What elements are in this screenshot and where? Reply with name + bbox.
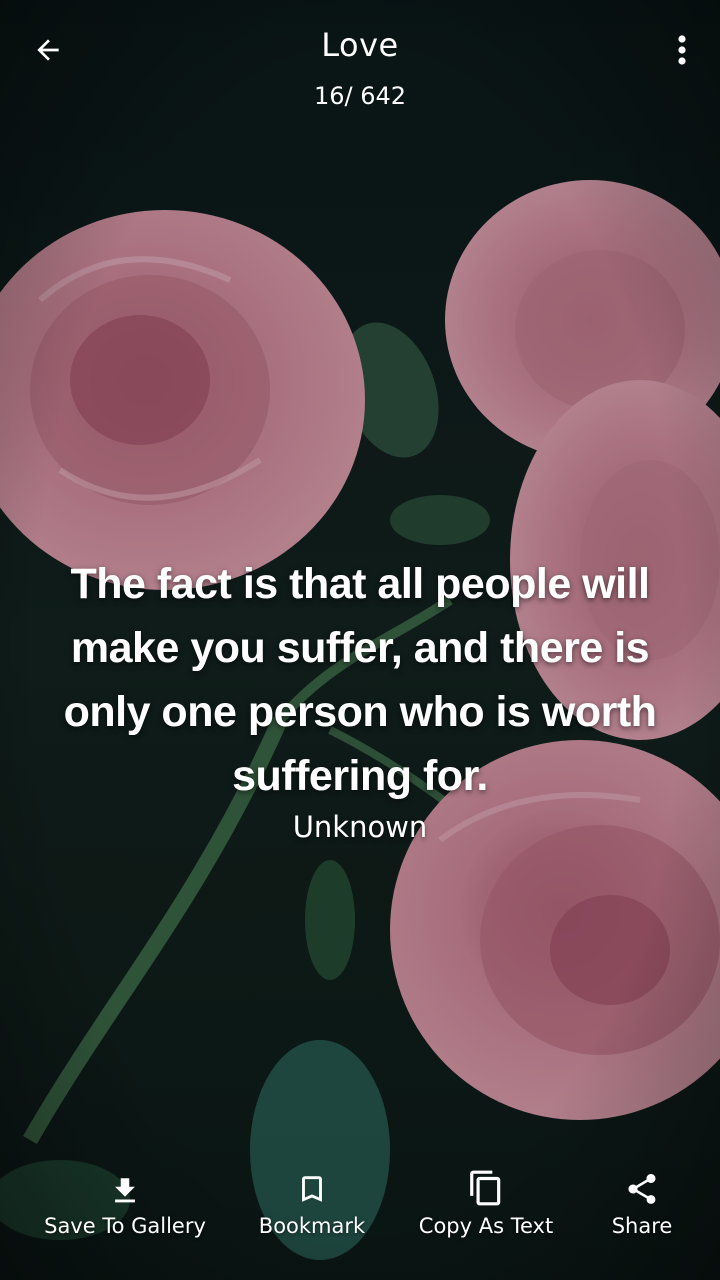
- save-to-gallery-label: Save To Gallery: [44, 1214, 206, 1238]
- more-vertical-icon: [678, 35, 686, 65]
- share-button[interactable]: Share: [604, 1160, 680, 1238]
- save-to-gallery-button[interactable]: Save To Gallery: [44, 1160, 206, 1238]
- share-label: Share: [611, 1214, 673, 1238]
- quote-text: The fact is that all people will make yo…: [63, 560, 657, 800]
- category-title: Love: [321, 26, 399, 64]
- bookmark-icon: [302, 1176, 322, 1202]
- download-icon: [115, 1178, 135, 1203]
- copy-icon: [470, 1170, 501, 1206]
- quote-counter: 16/ 642: [313, 82, 407, 110]
- share-icon: [628, 1174, 656, 1204]
- quote-author: Unknown: [292, 810, 428, 844]
- more-options-button[interactable]: [662, 24, 702, 76]
- copy-as-text-label: Copy As Text: [418, 1214, 554, 1238]
- top-bar: Love 16/ 642: [0, 0, 720, 130]
- bottom-action-bar: Save To Gallery Bookmark Copy As Text Sh…: [0, 1160, 720, 1260]
- bookmark-label: Bookmark: [258, 1214, 366, 1238]
- bookmark-button[interactable]: Bookmark: [258, 1160, 366, 1238]
- copy-as-text-button[interactable]: Copy As Text: [418, 1160, 554, 1238]
